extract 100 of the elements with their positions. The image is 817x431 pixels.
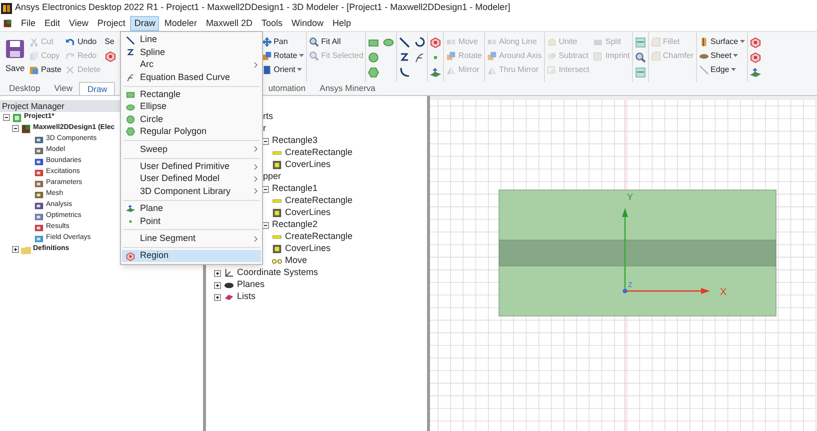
- menu-item[interactable]: Draw: [130, 16, 160, 31]
- tree-node-icon: [272, 244, 282, 254]
- view-tool-icon[interactable]: [634, 37, 646, 48]
- plane-tool-icon[interactable]: [430, 67, 442, 78]
- tool-button[interactable]: Orient: [262, 64, 304, 76]
- tree-item[interactable]: CreateRectangle: [285, 194, 353, 208]
- tree-node-icon: [34, 168, 44, 178]
- window-menu-icon: [3, 19, 12, 28]
- rect-tool-icon[interactable]: [368, 37, 380, 48]
- caret-icon: [299, 54, 304, 58]
- axis-label: X: [720, 287, 727, 298]
- expand-icon[interactable]: [12, 246, 19, 253]
- mirror-icon: [487, 65, 497, 75]
- imprint-icon: [593, 51, 604, 61]
- region-tool-icon[interactable]: [430, 37, 442, 48]
- menu-item[interactable]: Sweep: [122, 143, 261, 156]
- menu-item[interactable]: Equation Based Curve: [122, 71, 261, 84]
- tree-item[interactable]: Rectangle3: [272, 134, 318, 148]
- intersect-icon: [546, 65, 557, 75]
- ribbon-tab[interactable]: Ansys Minerva: [312, 82, 382, 95]
- menu-item[interactable]: Tools: [257, 16, 286, 31]
- menu-item[interactable]: Point: [122, 215, 261, 228]
- tree-item[interactable]: Rectangle1: [272, 182, 318, 196]
- menu-item[interactable]: User Defined Model: [122, 172, 261, 186]
- spline-tool-icon[interactable]: [399, 52, 410, 63]
- expand-icon[interactable]: [214, 270, 221, 276]
- line-icon: [126, 36, 134, 45]
- menu-item[interactable]: Arc: [122, 58, 261, 72]
- menu-item[interactable]: Spline: [122, 46, 261, 59]
- tree-item[interactable]: pper: [263, 170, 282, 184]
- region-tool-icon[interactable]: [750, 52, 762, 63]
- rotate-icon: [446, 51, 456, 61]
- ribbon-tab[interactable]: View: [47, 82, 80, 95]
- circle-tool-icon[interactable]: [368, 52, 380, 63]
- plane-tool-icon[interactable]: [750, 67, 762, 78]
- ellipse-tool-icon[interactable]: [383, 37, 394, 48]
- tree-item[interactable]: CoverLines: [285, 242, 331, 256]
- tool-button[interactable]: Pan: [262, 36, 304, 48]
- menu-item[interactable]: Line: [122, 34, 261, 46]
- tree-item[interactable]: CoverLines: [285, 206, 331, 220]
- mirror-icon: [446, 65, 456, 75]
- chevron-right-icon: [254, 62, 258, 68]
- tool-button[interactable]: Sheet: [698, 50, 746, 62]
- line-tool-icon[interactable]: [399, 37, 410, 48]
- tool-button[interactable]: Fit All: [309, 36, 364, 48]
- menu-item[interactable]: Rectangle: [122, 88, 261, 101]
- equation-tool-icon[interactable]: [414, 52, 426, 63]
- tree-item[interactable]: rts: [263, 110, 273, 124]
- menu-item[interactable]: Project: [93, 16, 130, 31]
- tree-item[interactable]: CreateRectangle: [285, 146, 353, 160]
- zoom-tool-icon[interactable]: [634, 52, 646, 63]
- menu-item[interactable]: 3D Component Library: [122, 185, 261, 198]
- menu-item[interactable]: Edit: [40, 16, 64, 31]
- view-tool-icon[interactable]: [634, 67, 646, 78]
- menu-item[interactable]: Maxwell 2D: [202, 16, 256, 31]
- region-tool-icon[interactable]: [104, 51, 116, 62]
- tree-item[interactable]: Move: [285, 254, 308, 268]
- chevron-right-icon: [254, 236, 258, 242]
- equation-icon: [126, 72, 134, 82]
- caret-icon: [740, 40, 746, 44]
- tree-item[interactable]: CreateRectangle: [285, 230, 353, 244]
- polygon-tool-icon[interactable]: [368, 67, 380, 78]
- tree-item[interactable]: Rectangle2: [272, 218, 318, 232]
- menu-item[interactable]: Line Segment: [122, 232, 261, 245]
- tree-item[interactable]: CoverLines: [285, 158, 331, 172]
- caret-icon: [733, 54, 738, 58]
- expand-icon[interactable]: [214, 294, 221, 300]
- menu-item[interactable]: View: [65, 16, 92, 31]
- region-tool-icon[interactable]: [750, 37, 762, 48]
- tree-item[interactable]: Coordinate Systems: [237, 266, 318, 280]
- menu-item[interactable]: Help: [328, 16, 355, 31]
- menu-item[interactable]: Region: [122, 250, 261, 262]
- save-button[interactable]: Save: [5, 36, 25, 75]
- tree-node-icon: [34, 156, 44, 166]
- polygon-icon: [126, 127, 134, 136]
- sheet-icon: [698, 51, 709, 61]
- menu-item[interactable]: Plane: [122, 202, 261, 216]
- tool-button[interactable]: Paste: [29, 64, 62, 76]
- menu-item[interactable]: Circle: [122, 113, 261, 126]
- expand-icon[interactable]: [214, 282, 221, 288]
- collapse-icon[interactable]: [3, 114, 10, 121]
- menu-item[interactable]: Window: [287, 16, 328, 31]
- toolbar-button[interactable]: Se: [104, 36, 116, 48]
- menu-item[interactable]: File: [17, 16, 40, 31]
- tool-button[interactable]: Surface: [698, 36, 746, 48]
- menu-item[interactable]: Modeler: [160, 16, 201, 31]
- tree-item[interactable]: Planes: [237, 278, 265, 292]
- collapse-icon[interactable]: [12, 125, 19, 132]
- arc-tool-icon[interactable]: [399, 67, 410, 78]
- menu-item[interactable]: Regular Polygon: [122, 126, 261, 138]
- ribbon-tab[interactable]: utomation: [261, 82, 313, 95]
- arc3-tool-icon[interactable]: [414, 37, 426, 48]
- ribbon-tab[interactable]: Desktop: [2, 82, 48, 95]
- rotate-icon: [262, 51, 272, 61]
- tool-button[interactable]: Undo: [65, 36, 101, 48]
- menu-item[interactable]: User Defined Primitive: [122, 160, 261, 173]
- ribbon-tab[interactable]: Draw: [79, 82, 116, 95]
- tool-button[interactable]: Edge: [698, 64, 746, 76]
- tree-item[interactable]: r: [263, 122, 266, 136]
- tree-item[interactable]: Lists: [237, 290, 256, 304]
